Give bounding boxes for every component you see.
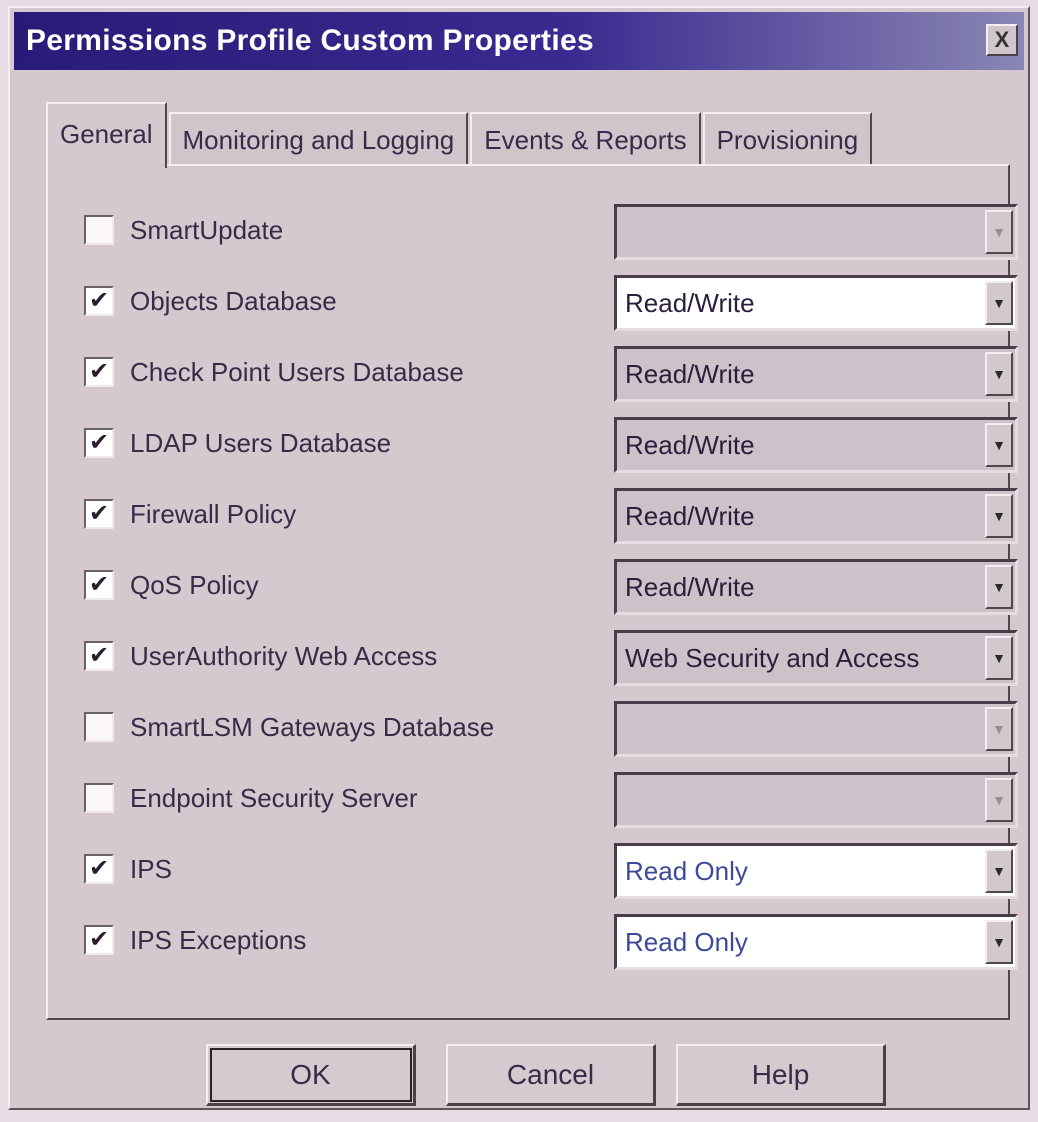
chevron-down-icon[interactable]: ▼	[985, 210, 1013, 254]
permission-access-select[interactable]: ▼	[614, 204, 1018, 260]
chevron-down-icon[interactable]: ▼	[985, 352, 1013, 396]
close-icon: X	[994, 27, 1010, 52]
permission-checkbox[interactable]: ✔	[84, 428, 114, 458]
chevron-down-icon[interactable]: ▼	[985, 920, 1013, 964]
permission-row: ✔ IPS Read Only ▼	[84, 839, 1018, 899]
checkmark-icon: ✔	[88, 642, 110, 669]
permission-row: ✔ UserAuthority Web Access Web Security an…	[84, 626, 1018, 686]
permission-row: ✔ QoS Policy Read/Write ▼	[84, 555, 1018, 615]
permission-checkbox[interactable]	[84, 215, 114, 245]
permission-access-value: Read/Write	[625, 571, 755, 602]
checkmark-icon: ✔	[88, 571, 110, 598]
permission-access-select[interactable]: Read/Write ▼	[614, 275, 1018, 331]
permission-access-value: Read/Write	[625, 358, 755, 389]
tab-provisioning-label: Provisioning	[716, 124, 859, 155]
permission-checkbox[interactable]: ✔	[84, 854, 114, 884]
tab-monitoring-and-logging[interactable]: Monitoring and Logging	[168, 112, 469, 166]
chevron-down-icon[interactable]: ▼	[985, 494, 1013, 538]
tab-strip: General Monitoring and Logging Events & …	[46, 94, 874, 168]
permission-label: SmartUpdate	[130, 214, 284, 245]
checkmark-icon: ✔	[88, 500, 110, 527]
permission-access-select[interactable]: Read/Write ▼	[614, 346, 1018, 402]
permission-checkbox[interactable]	[84, 783, 114, 813]
permission-checkbox[interactable]: ✔	[84, 357, 114, 387]
permission-label: Objects Database	[130, 285, 337, 316]
permissions-profile-dialog: Permissions Profile Custom Properties X …	[8, 6, 1030, 1110]
permission-label: IPS Exceptions	[130, 924, 307, 955]
permission-label: Firewall Policy	[130, 498, 297, 529]
tab-general[interactable]: General	[46, 102, 167, 168]
permission-row: SmartLSM Gateways Database ▼	[84, 697, 1018, 757]
tab-monitoring-label: Monitoring and Logging	[182, 124, 455, 155]
dialog-buttons: OK Cancel Help	[206, 1044, 896, 1110]
tab-general-label: General	[60, 118, 153, 149]
general-tab-panel: SmartUpdate ▼ ✔ Objects Database Read/Write ▼…	[46, 164, 1018, 1020]
chevron-down-icon[interactable]: ▼	[985, 636, 1013, 680]
chevron-down-icon[interactable]: ▼	[985, 423, 1013, 467]
permission-access-select[interactable]: Read Only ▼	[614, 914, 1018, 970]
permission-access-value: Web Security and Access	[625, 642, 920, 673]
window-title: Permissions Profile Custom Properties	[26, 24, 594, 57]
permission-access-select[interactable]: ▼	[614, 701, 1018, 757]
permission-access-value: Read/Write	[625, 500, 755, 531]
permission-checkbox[interactable]: ✔	[84, 570, 114, 600]
permission-access-select[interactable]: Read/Write ▼	[614, 559, 1018, 615]
chevron-down-icon[interactable]: ▼	[985, 707, 1013, 751]
permission-row: ✔ IPS Exceptions Read Only ▼	[84, 910, 1018, 970]
permission-label: LDAP Users Database	[130, 427, 392, 458]
permission-label: QoS Policy	[130, 569, 259, 600]
permission-checkbox[interactable]: ✔	[84, 286, 114, 316]
checkmark-icon: ✔	[88, 926, 110, 953]
permission-label: SmartLSM Gateways Database	[130, 711, 495, 742]
permission-access-select[interactable]: ▼	[614, 772, 1018, 828]
title-bar[interactable]: Permissions Profile Custom Properties X	[14, 12, 1024, 70]
permission-access-select[interactable]: Read/Write ▼	[614, 417, 1018, 473]
permission-access-value: Read/Write	[625, 287, 755, 318]
permission-access-value: Read/Write	[625, 429, 755, 460]
permission-label: UserAuthority Web Access	[130, 640, 438, 671]
ok-button[interactable]: OK	[206, 1044, 416, 1106]
chevron-down-icon[interactable]: ▼	[985, 281, 1013, 325]
permission-access-select[interactable]: Web Security and Access ▼	[614, 630, 1018, 686]
permission-row: ✔ Objects Database Read/Write ▼	[84, 271, 1018, 331]
permission-row: ✔ LDAP Users Database Read/Write ▼	[84, 413, 1018, 473]
checkmark-icon: ✔	[88, 358, 110, 385]
permission-label: Endpoint Security Server	[130, 782, 418, 813]
permission-row: SmartUpdate ▼	[84, 200, 1018, 260]
chevron-down-icon[interactable]: ▼	[985, 565, 1013, 609]
close-button[interactable]: X	[986, 24, 1018, 56]
checkmark-icon: ✔	[88, 855, 110, 882]
permission-label: IPS	[130, 853, 172, 884]
permission-checkbox[interactable]: ✔	[84, 499, 114, 529]
permission-row: ✔ Firewall Policy Read/Write ▼	[84, 484, 1018, 544]
tab-provisioning[interactable]: Provisioning	[702, 112, 873, 166]
help-button[interactable]: Help	[676, 1044, 886, 1106]
permission-row: ✔ Check Point Users Database Read/Write ▼	[84, 342, 1018, 402]
permission-checkbox[interactable]: ✔	[84, 641, 114, 671]
permission-label: Check Point Users Database	[130, 356, 464, 387]
permission-row: Endpoint Security Server ▼	[84, 768, 1018, 828]
cancel-button[interactable]: Cancel	[446, 1044, 656, 1106]
chevron-down-icon[interactable]: ▼	[985, 849, 1013, 893]
checkmark-icon: ✔	[88, 287, 110, 314]
checkmark-icon: ✔	[88, 429, 110, 456]
permission-access-select[interactable]: Read Only ▼	[614, 843, 1018, 899]
permission-checkbox[interactable]: ✔	[84, 925, 114, 955]
tab-events-and-reports[interactable]: Events & Reports	[470, 112, 701, 166]
tab-events-label: Events & Reports	[484, 124, 687, 155]
chevron-down-icon[interactable]: ▼	[985, 778, 1013, 822]
permission-access-value: Read Only	[625, 926, 748, 957]
permission-access-value: Read Only	[625, 855, 748, 886]
permission-checkbox[interactable]	[84, 712, 114, 742]
permission-access-select[interactable]: Read/Write ▼	[614, 488, 1018, 544]
